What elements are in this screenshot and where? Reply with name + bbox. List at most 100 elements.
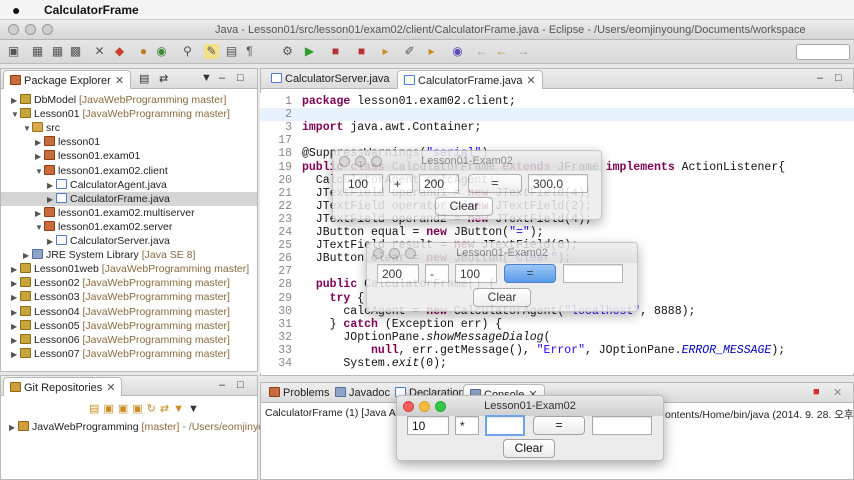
apple-icon[interactable]: ● — [12, 2, 20, 18]
perspective-icon[interactable]: ◉ — [450, 44, 465, 59]
expand-icon[interactable]: ▶ — [11, 291, 20, 305]
new-class-icon[interactable]: ◉ — [154, 44, 169, 59]
equal-button[interactable]: = — [504, 264, 556, 283]
expand-icon[interactable]: ▶ — [11, 320, 20, 334]
tree-item[interactable]: ▼ lesson01.exam02.client — [1, 164, 257, 178]
close-icon[interactable]: ✕ — [527, 75, 536, 87]
tree-item[interactable]: ▶ JRE System Library [Java SE 8] — [1, 248, 257, 262]
equal-button[interactable]: = — [533, 416, 585, 435]
expand-icon[interactable]: ▶ — [11, 348, 20, 362]
code-line[interactable]: 32 JOptionPane.showMessageDialog( — [260, 331, 854, 344]
operand1-field[interactable]: 100 — [343, 174, 383, 193]
add-repository-icon[interactable]: ▣ — [103, 403, 117, 415]
zoom-window-icon[interactable] — [42, 24, 53, 35]
maximize-view-icon[interactable]: □ — [237, 379, 244, 391]
code-editor[interactable]: 1 package lesson01.exam02.client; 2 3 import… — [260, 93, 854, 373]
minimize-view-icon[interactable]: – — [219, 379, 225, 391]
collapse-icon[interactable]: ▼ — [35, 221, 44, 235]
result-field[interactable]: 300.0 — [528, 174, 588, 193]
skip-breakpoints-icon[interactable]: ✕ — [92, 44, 107, 59]
link-editor-icon[interactable]: ⇄ — [159, 72, 168, 85]
app-name-menu[interactable]: CalculatorFrame — [44, 3, 139, 17]
code-line[interactable]: 34 System.exit(0); — [260, 357, 854, 370]
clear-button[interactable]: Clear — [435, 197, 493, 216]
tree-item[interactable]: ▶ Lesson07 [JavaWebProgramming master] — [1, 347, 257, 361]
expand-icon[interactable]: ▶ — [35, 207, 44, 221]
minimize-view-icon[interactable]: – — [219, 72, 225, 84]
operand2-field[interactable]: 100 — [455, 264, 497, 283]
operator-field[interactable]: + — [389, 174, 413, 193]
tree-item[interactable]: ▼ src — [1, 121, 257, 135]
maximize-view-icon[interactable]: □ — [237, 72, 244, 84]
code-line[interactable]: 2 — [260, 108, 854, 122]
equal-button[interactable]: = — [468, 174, 522, 193]
operand2-field[interactable] — [485, 415, 525, 436]
tree-item[interactable]: ▶ Lesson05 [JavaWebProgramming master] — [1, 319, 257, 333]
collapse-icon[interactable]: ▼ — [11, 108, 20, 122]
tree-item[interactable]: ▶ lesson01 — [1, 135, 257, 149]
close-window-icon[interactable] — [8, 24, 19, 35]
expand-icon[interactable]: ▶ — [11, 263, 20, 277]
result-field[interactable] — [563, 264, 623, 283]
tree-item[interactable]: ▶ CalculatorFrame.java — [1, 191, 257, 207]
zoom-window-icon[interactable] — [371, 156, 382, 167]
tab-git-repositories[interactable]: Git Repositories ✕ — [3, 377, 123, 396]
expand-icon[interactable]: ▶ — [11, 306, 20, 320]
tab-calculator-server[interactable]: CalculatorServer.java — [265, 70, 396, 89]
tree-item[interactable]: ▼ Lesson01 [JavaWebProgramming master] — [1, 107, 257, 121]
view-menu-icon[interactable]: ▼ — [201, 72, 212, 84]
new-java-project-icon[interactable]: ● — [136, 44, 151, 59]
tree-item[interactable]: ▶ DbModel [JavaWebProgramming master] — [1, 93, 257, 107]
tab-problems[interactable]: Problems — [263, 384, 335, 403]
forward-icon[interactable]: ← — [494, 44, 509, 59]
tab-javadoc[interactable]: Javadoc — [329, 384, 396, 403]
code-line[interactable]: 17 — [260, 134, 854, 147]
clone-repository-icon[interactable]: ▣ — [118, 403, 132, 415]
open-type-icon[interactable]: ▸ — [378, 44, 393, 59]
operand1-field[interactable]: 10 — [407, 416, 449, 435]
close-window-icon[interactable] — [403, 401, 414, 412]
expand-icon[interactable]: ▶ — [11, 94, 20, 108]
expand-icon[interactable]: ▶ — [47, 193, 56, 207]
maximize-view-icon[interactable]: □ — [835, 72, 842, 84]
code-line[interactable]: 3 import java.awt.Container; — [260, 121, 854, 134]
tree-item[interactable]: ▶ CalculatorAgent.java — [1, 178, 257, 192]
tree-item[interactable]: ▶ Lesson06 [JavaWebProgramming master] — [1, 333, 257, 347]
minimize-window-icon[interactable] — [355, 156, 366, 167]
zoom-window-icon[interactable] — [435, 401, 446, 412]
collapse-icon[interactable]: ▼ — [35, 165, 44, 179]
refresh-icon[interactable]: ↻ — [147, 403, 160, 415]
minimize-window-icon[interactable] — [25, 24, 36, 35]
tree-item[interactable]: ▶ Lesson02 [JavaWebProgramming master] — [1, 276, 257, 290]
mark-occurrences-icon[interactable]: ✎ — [204, 44, 219, 59]
tree-item[interactable]: ▶ Lesson03 [JavaWebProgramming master] — [1, 290, 257, 304]
expand-icon[interactable]: ▶ — [11, 277, 20, 291]
tab-package-explorer[interactable]: Package Explorer ✕ — [3, 70, 132, 89]
toggle-block-icon[interactable]: ▤ — [224, 44, 239, 59]
expand-icon[interactable]: ▶ — [23, 249, 32, 263]
next-icon[interactable]: → — [516, 44, 531, 59]
new-icon[interactable]: ▣ — [6, 44, 21, 59]
zoom-window-icon[interactable] — [405, 248, 416, 259]
coverage-icon[interactable]: ■ — [354, 44, 369, 59]
close-window-icon[interactable] — [373, 248, 384, 259]
tree-item[interactable]: ▶ Lesson01web [JavaWebProgramming master] — [1, 262, 257, 276]
git-repo-row[interactable]: ▶ JavaWebProgramming [master] - /Users/eo… — [9, 420, 273, 434]
view-menu-icon[interactable]: ▼ — [188, 403, 203, 415]
minimize-view-icon[interactable]: – — [817, 72, 823, 84]
tree-item[interactable]: ▼ lesson01.exam02.server — [1, 220, 257, 234]
collapse-all-icon[interactable]: ▤ — [139, 72, 149, 85]
expand-icon[interactable]: ▶ — [35, 150, 44, 164]
expand-icon[interactable]: ▶ — [47, 235, 56, 249]
remove-launch-icon[interactable]: ✕ — [833, 386, 842, 399]
tree-item[interactable]: ▶ lesson01.exam02.multiserver — [1, 206, 257, 220]
print-icon[interactable]: ▩ — [68, 44, 83, 59]
run-icon[interactable]: ▶ — [302, 44, 317, 59]
external-tools-icon[interactable]: ■ — [328, 44, 343, 59]
operand2-field[interactable]: 200 — [419, 174, 459, 193]
minimize-window-icon[interactable] — [389, 248, 400, 259]
operand1-field[interactable]: 200 — [377, 264, 419, 283]
open-task-icon[interactable]: ✐ — [402, 44, 417, 59]
expand-icon[interactable]: ▶ — [47, 179, 56, 193]
terminate-icon[interactable]: ■ — [813, 386, 820, 398]
